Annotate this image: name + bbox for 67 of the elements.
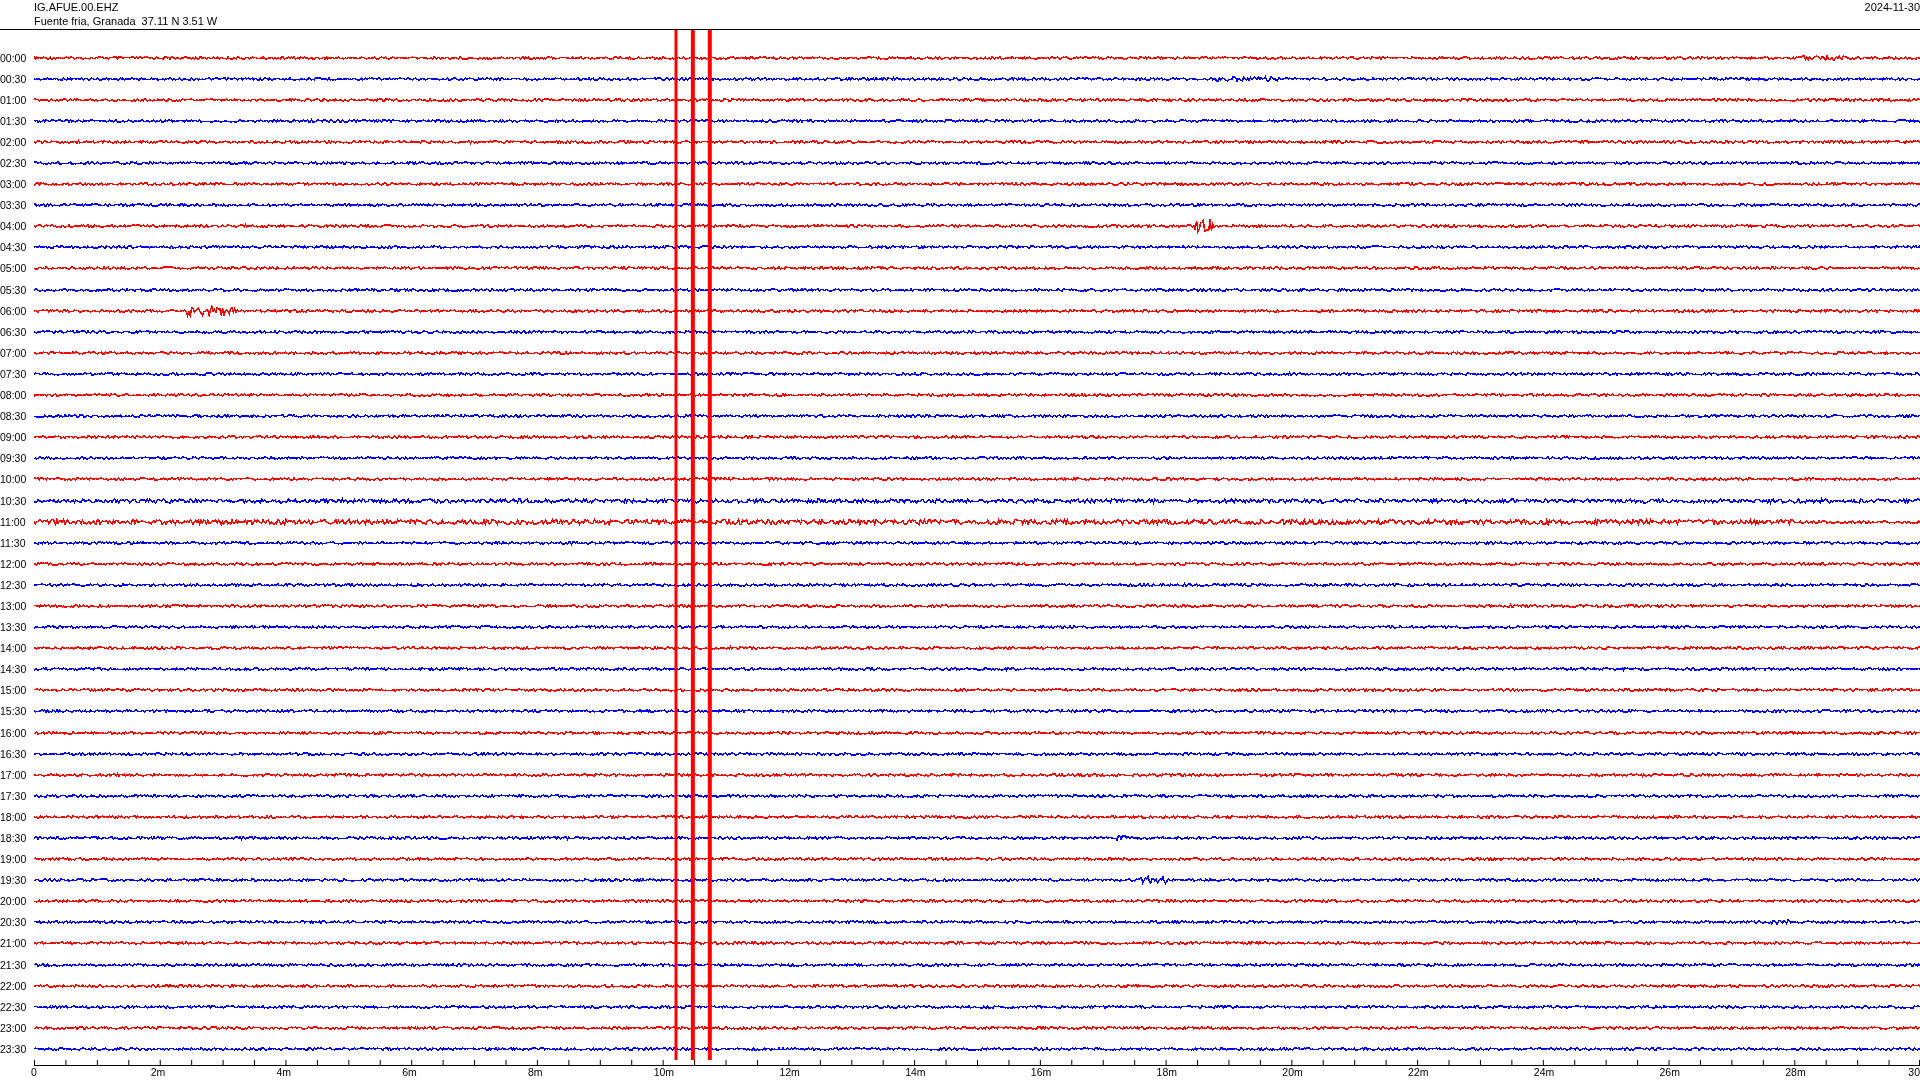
axis-tick-label: 16m (1030, 1066, 1052, 1078)
time-label: 21:00 (0, 937, 28, 950)
axis-tick-label: 12m (779, 1066, 800, 1078)
time-label: 06:30 (0, 325, 28, 338)
time-label: 17:00 (0, 768, 28, 781)
time-label: 11:00 (0, 515, 27, 528)
time-label: 09:00 (0, 431, 28, 444)
time-label: 15:30 (0, 705, 28, 718)
time-label: 00:30 (0, 72, 28, 85)
axis-tick-label: 22m (1408, 1066, 1429, 1078)
time-label: 14:30 (0, 663, 28, 676)
time-label: 08:30 (0, 410, 28, 423)
time-label: 22:30 (0, 1000, 28, 1013)
time-label: 14:00 (0, 642, 28, 655)
time-label: 00:00 (0, 51, 28, 64)
time-label: 23:30 (0, 1042, 28, 1055)
time-label: 23:00 (0, 1021, 28, 1034)
axis-tick-label: 24m (1533, 1066, 1555, 1078)
station-location: Fuente fria, Granada 37.11 N 3.51 W (34, 14, 218, 28)
time-label: 19:30 (0, 874, 28, 887)
axis-tick-label: 14m (905, 1066, 926, 1078)
axis-tick-label: 0 (31, 1066, 37, 1078)
time-label: 02:00 (0, 135, 28, 148)
time-label: 16:30 (0, 747, 28, 760)
time-label: 18:30 (0, 832, 28, 844)
axis-tick-label: 8m (527, 1066, 543, 1078)
time-label: 20:30 (0, 916, 28, 929)
time-label: 04:00 (0, 220, 28, 233)
time-label: 03:00 (0, 178, 28, 191)
time-label: 01:00 (0, 93, 28, 106)
time-label: 12:00 (0, 557, 28, 570)
axis-tick-label: 26m (1659, 1066, 1680, 1078)
axis-tick-label: 2m (150, 1066, 166, 1078)
time-label: 13:00 (0, 600, 28, 612)
time-label: 05:00 (0, 262, 28, 275)
plot-date: 2024-11-30 (1864, 0, 1920, 14)
time-label: 19:00 (0, 853, 28, 866)
time-label: 16:00 (0, 726, 28, 739)
axis-tick-label: 28m (1785, 1066, 1806, 1078)
axis-tick-label: 30 (1908, 1066, 1920, 1078)
time-label: 09:30 (0, 452, 28, 465)
axis-tick-label: 10m (653, 1066, 675, 1078)
time-label: 13:30 (0, 621, 28, 634)
time-label: 11:30 (0, 536, 27, 549)
time-label: 10:30 (0, 494, 28, 507)
axis-tick-label: 4m (276, 1066, 292, 1078)
time-label: 06:00 (0, 304, 28, 317)
time-label: 22:00 (0, 979, 28, 992)
time-label: 21:30 (0, 958, 28, 971)
time-label: 02:30 (0, 157, 28, 169)
time-label: 01:30 (0, 114, 28, 127)
time-label: 15:00 (0, 684, 28, 697)
time-label: 18:00 (0, 810, 28, 823)
station-code: IG.AFUE.00.EHZ (34, 0, 120, 14)
axis-tick-label: 18m (1156, 1066, 1178, 1078)
time-label: 04:30 (0, 241, 28, 254)
time-label: 20:00 (0, 895, 28, 908)
time-label: 07:00 (0, 346, 28, 359)
time-label: 07:30 (0, 367, 28, 380)
time-label: 03:30 (0, 199, 28, 212)
axis-tick-label: 6m (402, 1066, 417, 1078)
axis-tick-label: 20m (1282, 1066, 1303, 1078)
time-label: 05:30 (0, 283, 28, 296)
time-label: 08:00 (0, 389, 28, 402)
time-label: 17:30 (0, 789, 28, 802)
time-label: 10:00 (0, 473, 28, 486)
time-label: 12:30 (0, 578, 28, 591)
